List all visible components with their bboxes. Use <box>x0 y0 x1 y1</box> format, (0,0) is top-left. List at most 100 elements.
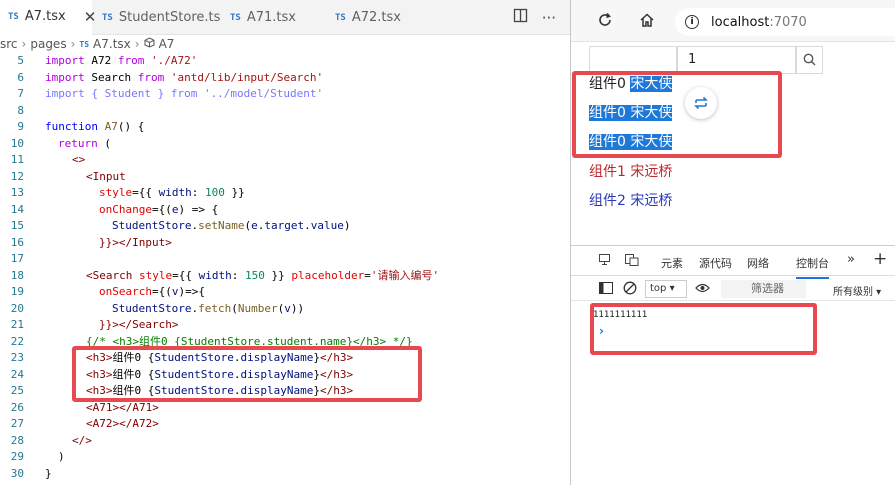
tab-console[interactable]: 控制台 <box>796 255 829 279</box>
component2-heading: 组件2 宋远桥 <box>589 193 673 209</box>
component1-heading: 组件1 宋远桥 <box>589 164 673 180</box>
tab-a71[interactable]: TS A71.tsx <box>222 0 322 35</box>
home-icon[interactable] <box>639 12 655 33</box>
clear-console-icon[interactable] <box>623 281 637 298</box>
search-button[interactable] <box>795 46 823 74</box>
line-number: 13 <box>10 186 24 199</box>
line-number: 10 <box>10 136 24 150</box>
code-line: 6 import Search from 'antd/lib/input/Sear… <box>0 70 570 87</box>
code-line: 8 <box>0 103 570 120</box>
tab-a7[interactable]: TS A7.tsx ✕ <box>0 0 96 35</box>
code-line: 7 import { Student } from '../model/Stude… <box>0 86 570 103</box>
code-area[interactable]: 5 import A72 from './A72' 6 import Search … <box>0 53 570 482</box>
device-toggle-icon[interactable] <box>599 254 613 269</box>
line-number: 16 <box>10 235 24 249</box>
address-bar[interactable]: i localhost:7070 <box>675 8 895 36</box>
typescript-icon: TS <box>335 12 346 23</box>
line-number: 17 <box>10 252 24 265</box>
tab-a72[interactable]: TS A72.tsx <box>327 0 427 35</box>
line-number: 21 <box>10 318 24 331</box>
devtools-tabs: 元素 源代码 网络 控制台 » + <box>571 246 895 279</box>
code-line: 15 StudentStore.setName(e.target.value) <box>0 218 570 235</box>
component-icon <box>144 37 155 51</box>
editor-tab-bar: TS A7.tsx ✕ TS StudentStore.ts TS A71.ts… <box>0 0 570 35</box>
devtools-panel: 元素 源代码 网络 控制台 » + top ▾ 筛选器 所有级别 ▾ 11111… <box>571 245 895 485</box>
tab-sources[interactable]: 源代码 <box>699 255 732 271</box>
line-number: 7 <box>17 87 24 100</box>
code-line: 18 <Search style={{ width: 150 }} placeho… <box>0 268 570 285</box>
line-number: 19 <box>10 285 24 298</box>
tab-label: A7.tsx <box>24 9 66 24</box>
line-number: 11 <box>10 153 24 166</box>
eye-icon[interactable] <box>695 282 710 297</box>
breadcrumb-src[interactable]: src <box>0 37 18 51</box>
url-port: :7070 <box>769 14 807 30</box>
highlight-box-console <box>590 303 817 355</box>
add-tab-icon[interactable]: + <box>873 249 887 269</box>
editor-actions: ··· <box>513 0 556 35</box>
breadcrumb: src › pages › TS A7.tsx › A7 <box>0 37 175 51</box>
context-select[interactable]: top ▾ <box>645 280 687 298</box>
code-line: 12 <Input <box>0 169 570 186</box>
typescript-icon: TS <box>102 12 113 23</box>
code-line: 20 StudentStore.fetch(Number(v)) <box>0 301 570 318</box>
tab-elements[interactable]: 元素 <box>661 255 683 271</box>
log-levels-dropdown[interactable]: 所有级别 ▾ <box>833 283 881 298</box>
tab-label: A72.tsx <box>351 10 401 25</box>
breadcrumb-file[interactable]: A7.tsx <box>93 37 131 51</box>
code-line: 14 onChange={(e) => { <box>0 202 570 219</box>
line-number: 8 <box>17 103 24 117</box>
split-editor-icon[interactable] <box>513 8 528 27</box>
console-toolbar: top ▾ 筛选器 所有级别 ▾ <box>571 277 895 301</box>
line-number: 12 <box>10 169 24 183</box>
line-number: 25 <box>10 384 24 397</box>
tab-network[interactable]: 网络 <box>747 255 769 271</box>
more-tabs-icon[interactable]: » <box>847 252 855 267</box>
breadcrumb-pages[interactable]: pages <box>30 37 66 51</box>
line-number: 27 <box>10 417 24 430</box>
line-number: 28 <box>10 433 24 447</box>
browser-toolbar: i localhost:7070 <box>571 0 895 42</box>
code-line: 5 import A72 from './A72' <box>0 53 570 70</box>
code-line: 17 <box>0 251 570 268</box>
line-number: 22 <box>10 334 24 348</box>
highlight-box-output <box>572 71 782 158</box>
browser-window: i localhost:7070 1 组件0 宋大侠 组件0 宋大侠 组件0 宋… <box>571 0 895 485</box>
line-number: 30 <box>10 466 24 480</box>
typescript-icon: TS <box>230 12 241 23</box>
input-group: 1 <box>589 46 823 74</box>
line-number: 18 <box>10 268 24 282</box>
typescript-icon: TS <box>79 39 90 49</box>
code-line: 16}}></Input> <box>0 235 570 252</box>
line-number: 5 <box>17 54 24 67</box>
url-host: localhost <box>711 14 770 30</box>
code-line: 21}}></Search> <box>0 317 570 334</box>
typescript-icon: TS <box>8 11 19 22</box>
line-number: 23 <box>10 351 24 364</box>
line-number: 6 <box>17 70 24 84</box>
breadcrumb-symbol[interactable]: A7 <box>159 37 175 51</box>
line-number: 26 <box>10 400 24 414</box>
site-info-icon[interactable]: i <box>685 15 699 29</box>
line-number: 20 <box>10 301 24 315</box>
reload-icon[interactable] <box>597 12 613 33</box>
inspect-icon[interactable] <box>625 254 639 269</box>
code-line: 9 function A7() { <box>0 119 570 136</box>
tab-studentstore[interactable]: TS StudentStore.ts <box>94 0 221 35</box>
more-actions-icon[interactable]: ··· <box>542 9 556 27</box>
console-filter-input[interactable]: 筛选器 <box>721 280 806 298</box>
sidebar-toggle-icon[interactable] <box>599 282 613 297</box>
name-input[interactable] <box>589 46 677 74</box>
code-line: 28 </> <box>0 433 570 450</box>
code-line: 10 return ( <box>0 136 570 153</box>
line-number: 29 <box>10 450 24 463</box>
tab-label: StudentStore.ts <box>118 10 221 25</box>
tab-label: A71.tsx <box>246 10 296 25</box>
code-line: 11 <> <box>0 152 570 169</box>
line-number: 24 <box>10 367 24 381</box>
search-input[interactable]: 1 <box>677 46 797 74</box>
search-icon <box>803 51 816 70</box>
line-number: 14 <box>10 202 24 216</box>
code-editor[interactable]: TS A7.tsx ✕ TS StudentStore.ts TS A71.ts… <box>0 0 570 485</box>
code-line: 13 style={{ width: 100 }} <box>0 185 570 202</box>
